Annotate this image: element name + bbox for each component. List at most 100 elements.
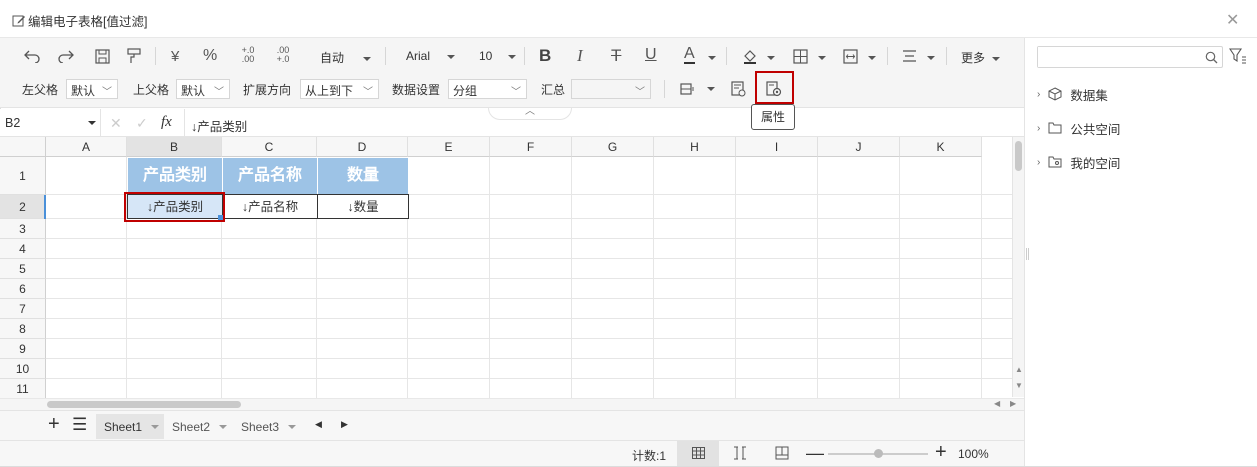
scroll-up-icon[interactable]: ▲ xyxy=(1015,365,1023,374)
chevron-right-icon[interactable]: › xyxy=(1037,123,1040,134)
column-header-D[interactable]: D xyxy=(317,137,408,157)
column-header-A[interactable]: A xyxy=(46,137,127,157)
row-header-8[interactable]: 8 xyxy=(0,319,46,339)
cell-D2[interactable]: ↓数量 xyxy=(317,194,409,219)
row-header-6[interactable]: 6 xyxy=(0,279,46,299)
cell-D1[interactable]: 数量 xyxy=(317,157,409,195)
merge-cells-icon[interactable] xyxy=(842,48,858,64)
search-icon[interactable] xyxy=(1205,51,1218,64)
next-sheet-icon[interactable]: ▶ xyxy=(341,419,348,430)
cell-B1[interactable]: 产品类别 xyxy=(127,157,223,195)
row-header-3[interactable]: 3 xyxy=(0,219,46,239)
fill-color-icon[interactable] xyxy=(742,48,758,64)
column-header-J[interactable]: J xyxy=(818,137,900,157)
italic-button[interactable]: I xyxy=(577,46,583,66)
report-settings-icon[interactable] xyxy=(730,81,746,97)
chevron-down-icon[interactable] xyxy=(818,56,826,60)
cell-name-box[interactable]: B2 xyxy=(0,109,101,137)
row-header-9[interactable]: 9 xyxy=(0,339,46,359)
column-header-C[interactable]: C xyxy=(222,137,317,157)
aggregate-select[interactable]: ﹀ xyxy=(571,79,651,99)
tree-item-dataset[interactable]: › 数据集 xyxy=(1037,84,1108,104)
left-parent-select[interactable]: 默认 ﹀ xyxy=(66,79,118,99)
data-setting-select[interactable]: 分组 ﹀ xyxy=(448,79,527,99)
column-header-K[interactable]: K xyxy=(900,137,982,157)
cell-C2[interactable]: ↓产品名称 xyxy=(222,194,318,219)
chevron-down-icon[interactable] xyxy=(708,56,716,60)
border-icon[interactable] xyxy=(792,48,808,64)
more-button[interactable]: 更多 xyxy=(961,49,1001,66)
top-parent-select[interactable]: 默认 ﹀ xyxy=(176,79,230,99)
strikethrough-button[interactable]: T xyxy=(611,46,621,66)
percent-button[interactable]: % xyxy=(203,47,217,65)
page-layout-view-icon[interactable] xyxy=(775,446,789,463)
font-size-select[interactable]: 10 xyxy=(479,49,516,63)
sheet-tab-1[interactable]: Sheet1 xyxy=(96,414,164,439)
row-header-2[interactable]: 2 xyxy=(0,195,46,219)
scroll-down-icon[interactable]: ▼ xyxy=(1015,381,1023,390)
underline-button[interactable]: U xyxy=(645,46,657,64)
sheet-list-icon[interactable]: ☰ xyxy=(72,415,87,435)
undo-icon[interactable] xyxy=(24,48,40,64)
decrease-decimal-button[interactable]: .00 +.0 xyxy=(272,45,294,65)
row-header-1[interactable]: 1 xyxy=(0,157,46,195)
horizontal-scrollbar[interactable]: ◀ ▶ xyxy=(0,398,1024,410)
chevron-down-icon[interactable] xyxy=(927,56,935,60)
save-icon[interactable] xyxy=(94,48,110,64)
chevron-down-icon[interactable] xyxy=(767,56,775,60)
row-header-10[interactable]: 10 xyxy=(0,359,46,379)
vertical-scroll-thumb[interactable] xyxy=(1015,141,1022,171)
filter-icon[interactable] xyxy=(1228,48,1247,67)
chevron-right-icon[interactable]: › xyxy=(1037,89,1040,100)
scroll-left-icon[interactable]: ◀ xyxy=(994,399,1000,408)
sheet-tab-3[interactable]: Sheet3 xyxy=(233,414,301,439)
font-color-button[interactable]: A xyxy=(684,46,695,64)
currency-button[interactable]: ¥ xyxy=(171,48,179,65)
column-header-I[interactable]: I xyxy=(736,137,818,157)
fx-icon[interactable]: fx xyxy=(161,114,172,131)
properties-icon[interactable] xyxy=(765,80,783,98)
zoom-slider-thumb[interactable] xyxy=(874,449,883,458)
zoom-in-icon[interactable]: + xyxy=(935,442,947,462)
confirm-icon[interactable]: ✓ xyxy=(136,115,148,132)
add-sheet-icon[interactable]: + xyxy=(48,413,60,436)
chevron-down-icon[interactable] xyxy=(868,56,876,60)
expand-direction-select[interactable]: 从上到下 ﹀ xyxy=(300,79,379,99)
chevron-down-icon[interactable] xyxy=(707,87,715,91)
collapse-toolbar-button[interactable]: ︿ xyxy=(488,107,572,120)
search-box[interactable] xyxy=(1037,46,1223,68)
page-break-view-icon[interactable] xyxy=(733,446,747,463)
tree-item-public-space[interactable]: › 公共空间 xyxy=(1037,118,1120,138)
number-format-select[interactable]: 自动 xyxy=(320,49,372,66)
row-header-7[interactable]: 7 xyxy=(0,299,46,319)
formula-input[interactable]: ↓产品类别 xyxy=(191,116,247,135)
insert-row-icon[interactable] xyxy=(680,81,696,97)
cancel-icon[interactable]: ✕ xyxy=(110,115,122,132)
tree-item-my-space[interactable]: › 我的空间 xyxy=(1037,152,1120,172)
horizontal-scroll-thumb[interactable] xyxy=(47,401,241,408)
column-header-G[interactable]: G xyxy=(572,137,654,157)
search-input[interactable] xyxy=(1038,47,1198,67)
column-header-B[interactable]: B xyxy=(127,137,222,157)
redo-icon[interactable] xyxy=(58,48,74,64)
row-header-5[interactable]: 5 xyxy=(0,259,46,279)
panel-resize-handle[interactable] xyxy=(1026,248,1029,260)
font-family-select[interactable]: Arial xyxy=(406,49,456,63)
sheet-tab-2[interactable]: Sheet2 xyxy=(164,414,232,439)
zoom-out-icon[interactable]: — xyxy=(806,444,824,462)
select-all-corner[interactable] xyxy=(0,137,46,157)
bold-button[interactable]: B xyxy=(539,46,551,66)
prev-sheet-icon[interactable]: ◀ xyxy=(315,419,322,430)
column-header-F[interactable]: F xyxy=(490,137,572,157)
scroll-right-icon[interactable]: ▶ xyxy=(1010,399,1016,408)
vertical-scrollbar[interactable]: ▲ ▼ xyxy=(1012,137,1024,397)
cell-C1[interactable]: 产品名称 xyxy=(222,157,318,195)
align-icon[interactable] xyxy=(901,48,917,64)
increase-decimal-button[interactable]: +.0.00 xyxy=(238,45,258,65)
column-header-E[interactable]: E xyxy=(408,137,490,157)
row-header-11[interactable]: 11 xyxy=(0,379,46,399)
column-header-H[interactable]: H xyxy=(654,137,736,157)
chevron-right-icon[interactable]: › xyxy=(1037,157,1040,168)
fill-handle[interactable] xyxy=(218,215,223,220)
close-icon[interactable]: ✕ xyxy=(1226,10,1239,30)
